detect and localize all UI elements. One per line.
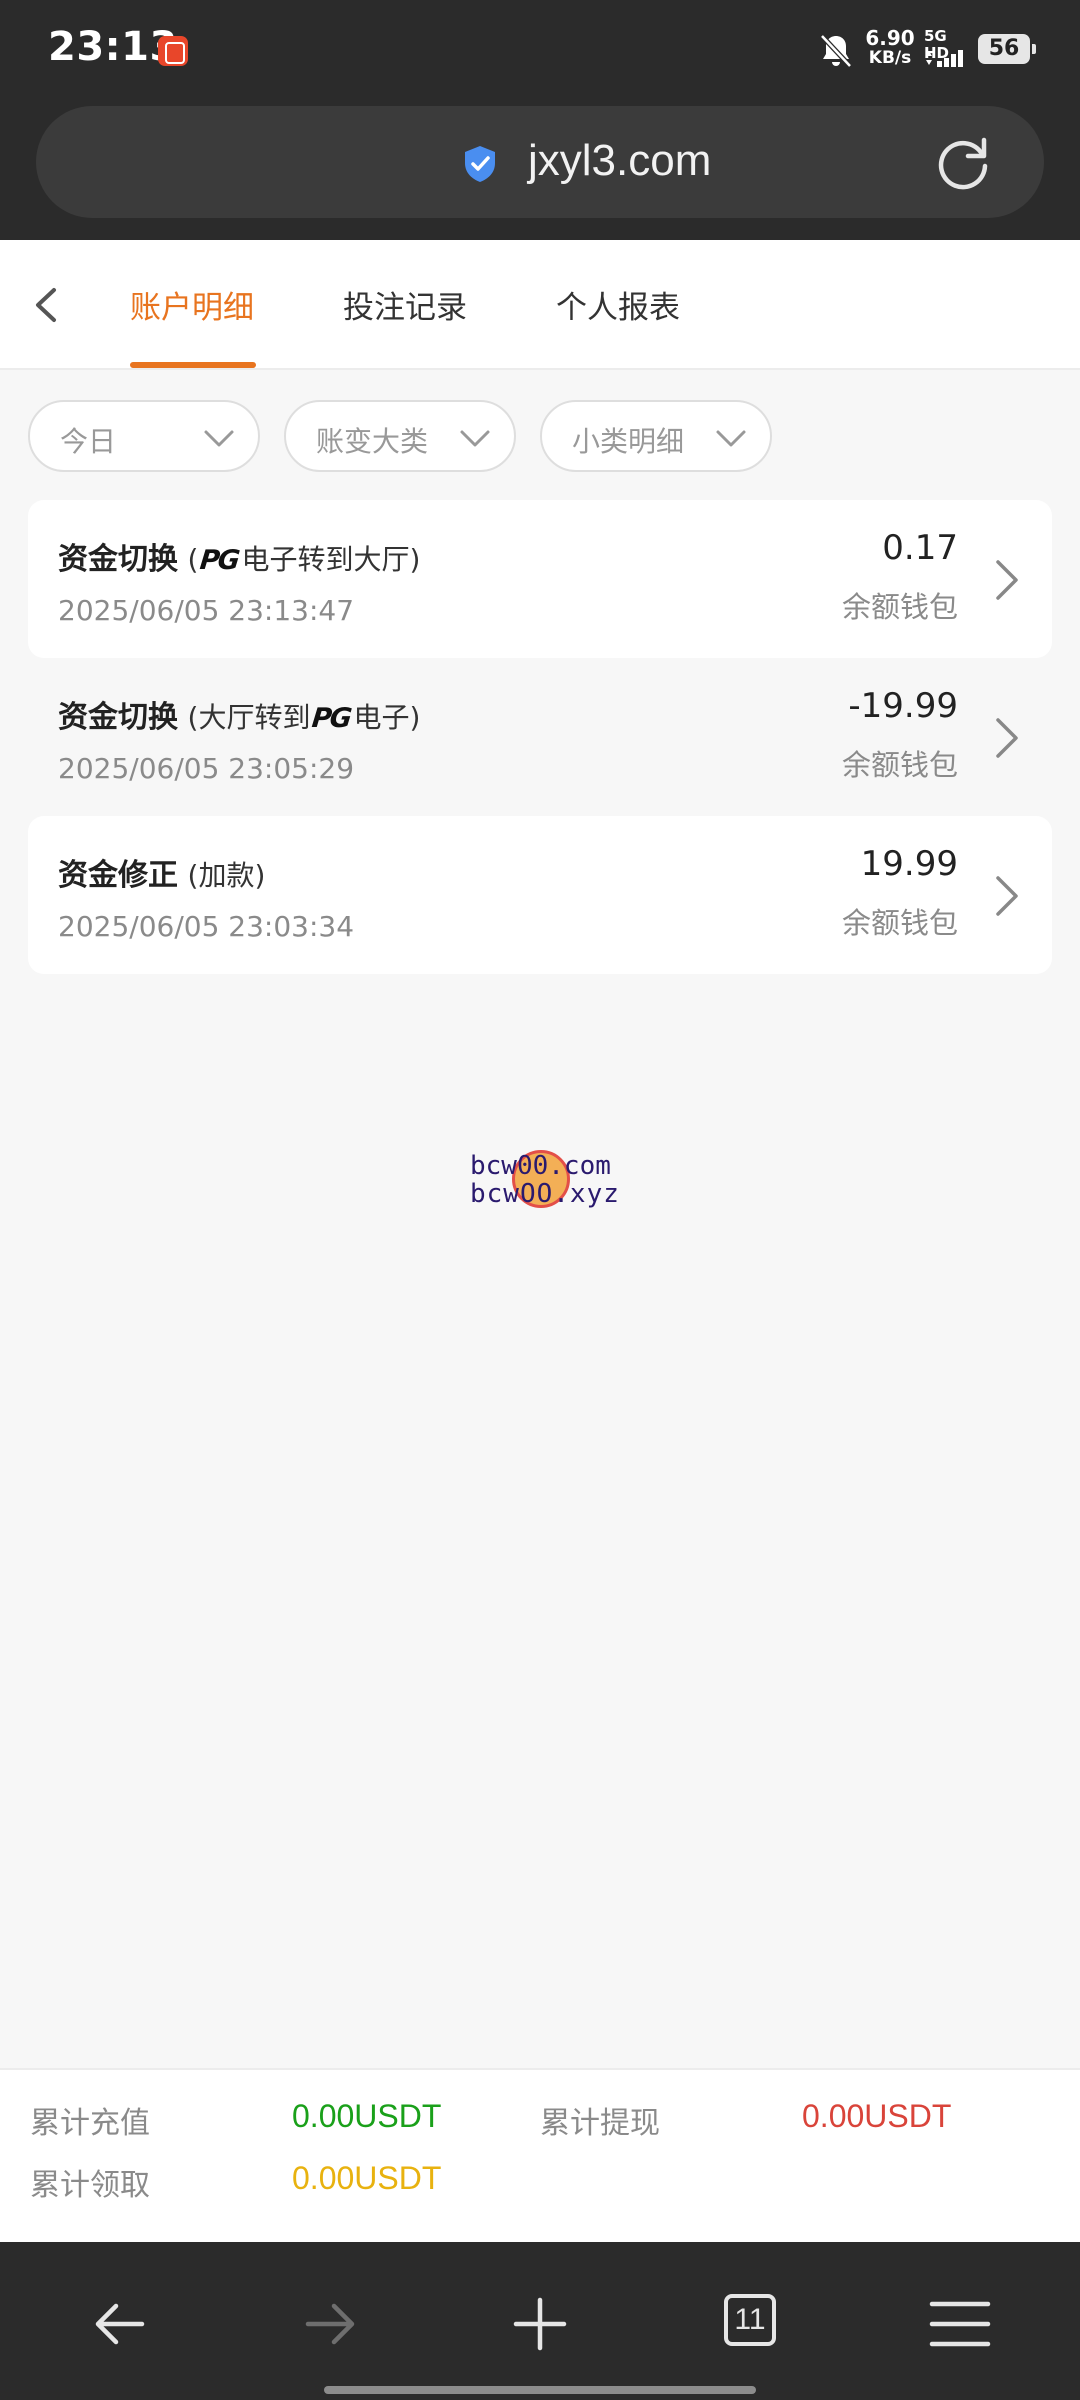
shield-check-icon xyxy=(465,146,495,182)
tab-personal-report[interactable]: 个人报表 xyxy=(556,282,680,327)
url-text[interactable]: jxyl3.com xyxy=(528,136,711,186)
bell-muted-icon xyxy=(820,34,852,68)
watermark: bcw00.com bcwOO.xyz xyxy=(470,1146,630,1216)
filter-subcategory[interactable]: 小类明细 xyxy=(540,400,772,472)
watermark-line-1: bcw00.com xyxy=(470,1151,611,1181)
tabs-icon[interactable]: 11 xyxy=(724,2294,776,2346)
transaction-type: 资金切换 xyxy=(58,542,178,577)
transaction-detail: (加款) xyxy=(187,859,266,892)
transaction-row[interactable]: 资金修正 (加款) 2025/06/05 23:03:34 19.99 余额钱包 xyxy=(28,816,1052,974)
filter-category[interactable]: 账变大类 xyxy=(284,400,516,472)
total-recharge-label: 累计充值 xyxy=(30,2106,150,2141)
transaction-title: 资金修正 (加款) xyxy=(58,850,265,894)
total-recharge-value: 0.00USDT xyxy=(292,2098,442,2134)
chevron-down-icon xyxy=(716,430,746,447)
transaction-wallet: 余额钱包 xyxy=(841,590,958,624)
pg-logo: PG xyxy=(198,545,241,576)
network-speed-unit: KB/s xyxy=(868,48,912,68)
chevron-right-icon xyxy=(996,560,1018,600)
arrow-right-icon[interactable] xyxy=(298,2292,362,2356)
browser-bottom-nav: 11 xyxy=(0,2242,1080,2400)
filter-row: 今日 账变大类 小类明细 xyxy=(0,400,1080,472)
watermark-line-2: bcwOO.xyz xyxy=(470,1179,620,1209)
chevron-right-icon xyxy=(996,718,1018,758)
page-tabs: 账户明细 投注记录 个人报表 xyxy=(0,240,1080,370)
app-notification-icon xyxy=(158,36,188,66)
filter-date[interactable]: 今日 xyxy=(28,400,260,472)
menu-icon[interactable] xyxy=(928,2292,992,2356)
transaction-detail: 电子转到大厅) xyxy=(241,543,421,576)
transaction-detail-close: 电子) xyxy=(353,701,421,734)
transaction-list: 资金切换 (PG电子转到大厅) 2025/06/05 23:13:47 0.17… xyxy=(28,500,1052,974)
transaction-row[interactable]: 资金切换 (PG电子转到大厅) 2025/06/05 23:13:47 0.17… xyxy=(28,500,1052,658)
network-speed-value: 6.90 xyxy=(865,26,915,50)
transaction-title: 资金切换 (PG电子转到大厅) xyxy=(58,534,420,578)
transaction-type: 资金切换 xyxy=(58,700,178,735)
summary-panel: 累计充值 0.00USDT 累计提现 0.00USDT 累计领取 0.00USD… xyxy=(0,2068,1080,2242)
transaction-detail: (大厅转到 xyxy=(187,701,311,734)
filter-category-label: 账变大类 xyxy=(316,425,429,458)
address-bar[interactable]: jxyl3.com xyxy=(36,106,1044,218)
status-bar: 23:13 6.90 KB/s 5G HD 56 xyxy=(0,0,1080,100)
total-claim-value: 0.00USDT xyxy=(292,2160,442,2196)
battery-level: 56 xyxy=(978,34,1036,64)
transaction-amount: -19.99 xyxy=(848,686,958,726)
browser-toolbar: jxyl3.com xyxy=(0,100,1080,240)
tab-account-details[interactable]: 账户明细 xyxy=(130,282,254,327)
transaction-wallet: 余额钱包 xyxy=(841,748,958,782)
transaction-type: 资金修正 xyxy=(58,858,178,893)
total-withdraw-label: 累计提现 xyxy=(540,2106,660,2141)
screen: 23:13 6.90 KB/s 5G HD 56 jxyl3.com 账户明细 … xyxy=(0,0,1080,2400)
chevron-down-icon xyxy=(204,430,234,447)
chevron-down-icon xyxy=(460,430,490,447)
signal-icon xyxy=(926,50,963,67)
reload-icon[interactable] xyxy=(932,132,994,194)
arrow-left-icon[interactable] xyxy=(88,2292,152,2356)
total-claim-label: 累计领取 xyxy=(30,2168,150,2203)
pg-logo: PG xyxy=(310,703,353,734)
transaction-detail-open: ( xyxy=(187,543,199,576)
active-tab-indicator xyxy=(130,362,256,368)
filter-subcategory-label: 小类明细 xyxy=(572,425,685,458)
plus-icon[interactable] xyxy=(508,2292,572,2356)
chevron-left-icon[interactable] xyxy=(24,282,70,328)
transaction-time: 2025/06/05 23:13:47 xyxy=(58,594,355,627)
tab-bet-records[interactable]: 投注记录 xyxy=(343,282,467,327)
transaction-wallet: 余额钱包 xyxy=(841,906,958,940)
filter-date-label: 今日 xyxy=(60,425,117,458)
home-indicator xyxy=(324,2386,756,2394)
transaction-time: 2025/06/05 23:05:29 xyxy=(58,752,355,785)
transaction-row[interactable]: 资金切换 (大厅转到PG电子) 2025/06/05 23:05:29 -19.… xyxy=(28,658,1052,816)
chevron-right-icon xyxy=(996,876,1018,916)
network-speed: 6.90 KB/s xyxy=(860,28,920,68)
transaction-time: 2025/06/05 23:03:34 xyxy=(58,910,355,943)
total-withdraw-value: 0.00USDT xyxy=(802,2098,952,2134)
transaction-amount: 0.17 xyxy=(882,528,958,568)
transaction-title: 资金切换 (大厅转到PG电子) xyxy=(58,692,420,736)
transaction-amount: 19.99 xyxy=(860,844,958,884)
